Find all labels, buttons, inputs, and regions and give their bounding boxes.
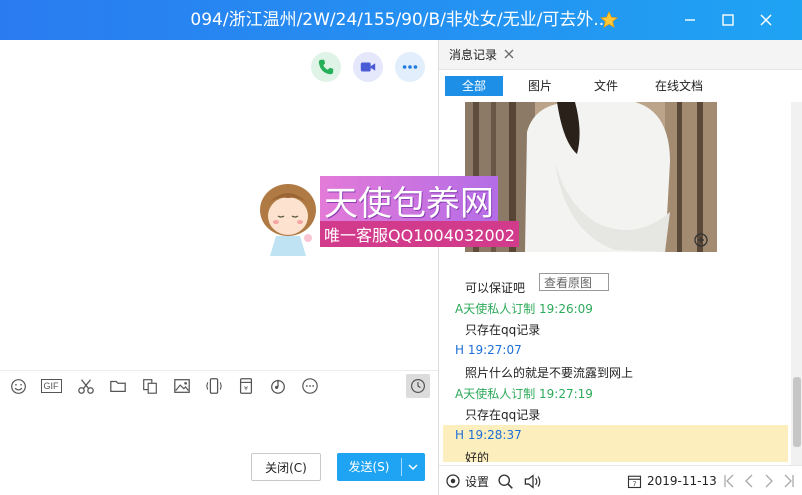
voice-call-button[interactable]: [311, 52, 341, 82]
video-call-button[interactable]: [353, 52, 383, 82]
shake-button[interactable]: [204, 376, 224, 396]
history-filter-tabs: 全部 图片 文件 在线文档: [439, 70, 802, 100]
voice-button[interactable]: [523, 472, 543, 490]
toolbar-more-button[interactable]: [300, 376, 320, 396]
svg-text:¥: ¥: [244, 386, 248, 393]
message-sender: A天使私人订制 19:27:19: [455, 387, 593, 401]
history-tab-bar: 消息记录: [439, 40, 802, 70]
gif-button[interactable]: GIF: [40, 376, 62, 396]
chevron-down-icon: [408, 464, 418, 471]
prev-page-icon[interactable]: [743, 474, 755, 488]
cartoon-girl-icon: [260, 184, 316, 256]
settings-button[interactable]: 设置: [445, 472, 489, 490]
red-packet-button[interactable]: ¥: [236, 376, 256, 396]
more-icon: [402, 65, 418, 69]
message-history-button[interactable]: [406, 374, 430, 398]
close-history-icon[interactable]: [503, 48, 515, 60]
message-text: 只存在qq记录: [465, 408, 541, 422]
history-date: 2019-11-13: [647, 474, 717, 488]
search-history-button[interactable]: [497, 472, 514, 490]
filter-all[interactable]: 全部: [445, 76, 503, 96]
message-text: 只存在qq记录: [465, 323, 541, 337]
input-toolbar: GIF ¥: [0, 370, 438, 401]
send-button-label: 发送(S): [348, 460, 390, 474]
scrollbar-thumb[interactable]: [793, 377, 801, 447]
filter-images[interactable]: 图片: [519, 76, 561, 96]
view-original-tooltip[interactable]: 查看原图: [539, 273, 609, 291]
music-icon: [271, 379, 285, 394]
watermark-ad: 天使包养网 唯一客服QQ1004032002: [256, 170, 546, 290]
filter-files[interactable]: 文件: [585, 76, 627, 96]
redpacket-icon: ¥: [239, 378, 253, 394]
calendar-icon: 7: [627, 475, 642, 488]
music-button[interactable]: [268, 376, 288, 396]
history-bottom-bar: 设置 7 2019-11-13: [439, 465, 802, 495]
gear-icon: [446, 474, 460, 488]
image-icon: [174, 379, 190, 393]
clock-icon: [411, 379, 425, 393]
close-window-button[interactable]: [756, 10, 776, 30]
emoji-icon: [10, 378, 26, 394]
maximize-button[interactable]: [718, 10, 738, 30]
file-button[interactable]: [108, 376, 128, 396]
emoji-button[interactable]: [8, 376, 28, 396]
send-button[interactable]: 发送(S): [337, 453, 425, 481]
last-page-icon[interactable]: [783, 474, 795, 488]
star-icon[interactable]: [600, 11, 618, 29]
message-sender: H 19:28:37: [455, 428, 522, 442]
video-icon: [360, 62, 376, 72]
history-scrollbar[interactable]: [791, 102, 802, 465]
gif-icon: GIF: [40, 379, 62, 393]
filter-online-docs[interactable]: 在线文档: [643, 76, 715, 96]
message-text: 照片什么的就是不要流露到网上: [465, 366, 634, 380]
scissors-icon: [78, 379, 94, 394]
speaker-icon: [524, 473, 541, 489]
shake-icon: [206, 378, 222, 394]
calendar-button[interactable]: 7 2019-11-13: [627, 472, 717, 490]
image-button[interactable]: [172, 376, 192, 396]
screenshot-button[interactable]: [76, 376, 96, 396]
ad-subtitle: 唯一客服QQ1004032002: [320, 221, 519, 247]
search-icon: [498, 473, 513, 489]
close-chat-button[interactable]: 关闭(C): [251, 453, 321, 481]
folder-icon: [110, 380, 126, 393]
more-icon: [302, 378, 318, 394]
settings-label: 设置: [465, 474, 490, 489]
next-page-icon[interactable]: [763, 474, 775, 488]
svg-text:7: 7: [633, 481, 637, 488]
message-text: 好的: [465, 451, 490, 462]
font-button[interactable]: [140, 376, 160, 396]
ad-title: 天使包养网: [320, 176, 498, 225]
message-sender: A天使私人订制 19:26:09: [455, 302, 593, 316]
font-icon: [143, 379, 157, 394]
history-tab-label[interactable]: 消息记录: [449, 40, 497, 70]
send-options-dropdown[interactable]: [401, 453, 425, 481]
first-page-icon[interactable]: [723, 474, 735, 488]
window-title: 094/浙江温州/2W/24/155/90/B/非处女/无业/可去外...: [190, 10, 610, 30]
title-bar: 094/浙江温州/2W/24/155/90/B/非处女/无业/可去外...: [0, 0, 802, 40]
more-options-button[interactable]: [395, 52, 425, 82]
message-sender: H 19:27:07: [455, 343, 522, 357]
phone-icon: [318, 59, 334, 75]
minimize-button[interactable]: [680, 10, 700, 30]
